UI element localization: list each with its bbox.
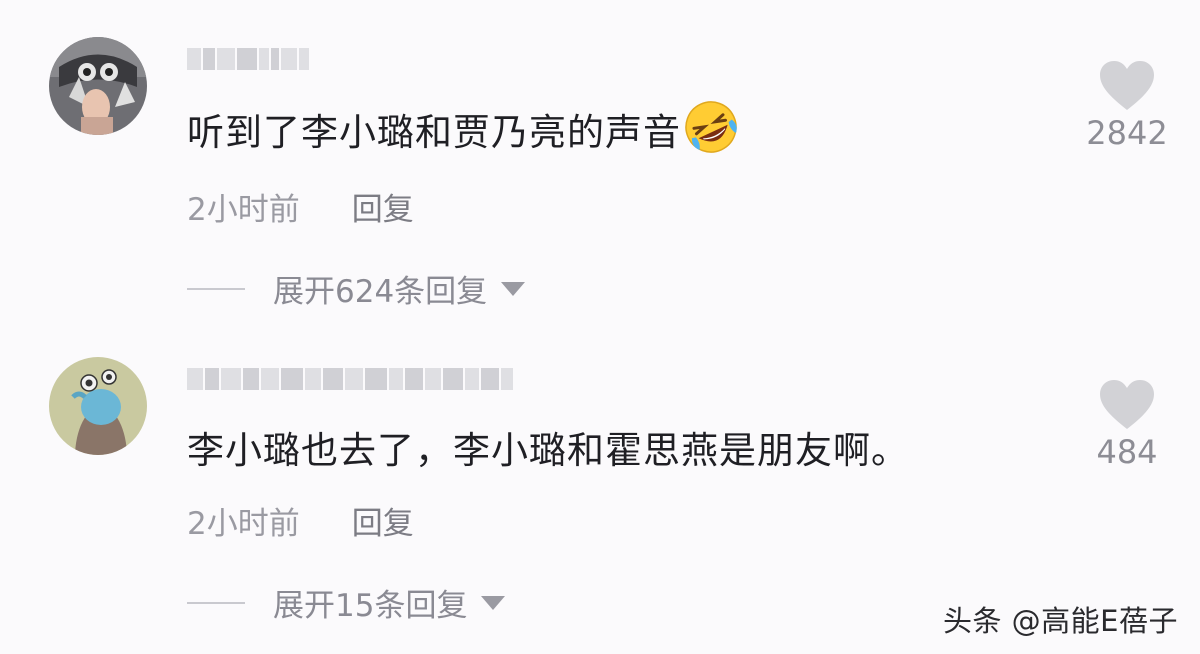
- heart-icon: [1100, 380, 1154, 429]
- expand-replies-label: 展开624条回复: [273, 274, 488, 310]
- heart-icon: [1100, 61, 1154, 110]
- watermark: 头条 @高能E蓓子: [942, 604, 1178, 638]
- like-button[interactable]: 2842: [1072, 60, 1182, 152]
- expand-replies-button[interactable]: 展开15条回复: [187, 580, 506, 625]
- comment-text: 听到了李小璐和贾乃亮的声音: [187, 99, 739, 156]
- caret-down-icon: [481, 595, 506, 610]
- expand-replies-button[interactable]: 展开624条回复: [187, 266, 526, 311]
- username-blurred[interactable]: [187, 46, 309, 72]
- like-count: 2842: [1086, 114, 1168, 152]
- comment-meta: 2小时前 回复: [187, 184, 414, 229]
- avatar[interactable]: [49, 357, 147, 455]
- divider-line: [187, 601, 245, 604]
- comment-time: 2小时前: [187, 506, 300, 542]
- rolling-laughing-emoji-icon: [683, 99, 739, 155]
- reply-button[interactable]: 回复: [352, 184, 414, 229]
- like-button[interactable]: 484: [1072, 379, 1182, 471]
- divider-line: [187, 287, 245, 290]
- caret-down-icon: [501, 281, 526, 296]
- username-blurred[interactable]: [187, 366, 513, 392]
- reply-button[interactable]: 回复: [352, 498, 414, 543]
- comment-meta: 2小时前 回复: [187, 498, 414, 543]
- like-count: 484: [1096, 433, 1158, 471]
- comment-text: 李小璐也去了，李小璐和霍思燕是朋友啊。: [187, 429, 909, 472]
- comment-time: 2小时前: [187, 192, 300, 228]
- avatar[interactable]: [49, 37, 147, 135]
- expand-replies-label: 展开15条回复: [273, 588, 468, 624]
